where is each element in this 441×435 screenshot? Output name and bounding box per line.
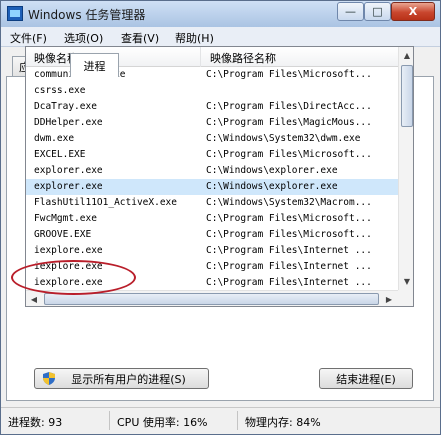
process-path: C:\Program Files\Internet ... [206, 261, 372, 272]
status-cpu-usage: CPU 使用率: 16% [117, 416, 208, 429]
process-name: EXCEL.EXE [34, 149, 86, 160]
task-manager-icon [7, 6, 23, 21]
window-title: Windows 任务管理器 [28, 8, 146, 22]
process-name: iexplore.exe [34, 245, 103, 256]
process-path: C:\Program Files\Internet ... [206, 277, 372, 288]
column-image-path[interactable]: 映像路径名称 [202, 47, 398, 67]
process-path: C:\Windows\explorer.exe [206, 181, 338, 192]
status-process-count: 进程数: 93 [8, 416, 63, 429]
scroll-left-icon[interactable]: ◀ [26, 291, 42, 306]
close-button[interactable]: X [391, 2, 435, 21]
status-divider [109, 411, 110, 430]
process-name: DcaTray.exe [34, 101, 97, 112]
scroll-right-icon[interactable]: ▶ [381, 291, 397, 306]
table-row[interactable]: DcaTray.exe C:\Program Files\DirectAcc..… [26, 99, 398, 115]
process-name: explorer.exe [34, 181, 103, 192]
show-all-users-processes-label: 显示所有用户的进程(S) [71, 372, 186, 386]
menu-bar: 文件(F) 选项(O) 查看(V) 帮助(H) [1, 27, 440, 47]
process-path: C:\Program Files\Microsoft... [206, 229, 372, 240]
table-row[interactable]: EXCEL.EXE C:\Program Files\Microsoft... [26, 147, 398, 163]
maximize-button[interactable]: □ [364, 2, 391, 21]
tab-processes[interactable]: 进程 [70, 53, 119, 77]
vertical-scrollbar[interactable]: ▲ ▼ [398, 47, 413, 290]
status-divider [237, 411, 238, 430]
process-name: explorer.exe [34, 165, 103, 176]
table-row[interactable]: iexplore.exe C:\Program Files\Internet .… [26, 243, 398, 259]
menu-view[interactable]: 查看(V) [121, 30, 159, 46]
scrollbar-corner [398, 290, 413, 306]
process-name: dwm.exe [34, 133, 75, 144]
process-path: C:\Program Files\Microsoft... [206, 69, 372, 80]
horizontal-scroll-thumb[interactable] [44, 293, 379, 305]
uac-shield-icon [43, 372, 55, 385]
status-bar: 进程数: 93 CPU 使用率: 16% 物理内存: 84% [1, 407, 440, 434]
process-path: C:\Program Files\DirectAcc... [206, 101, 372, 112]
table-row[interactable]: explorer.exe C:\Windows\explorer.exe [26, 163, 398, 179]
process-path: C:\Windows\System32\dwm.exe [206, 133, 361, 144]
menu-options[interactable]: 选项(O) [64, 30, 103, 46]
vertical-scroll-thumb[interactable] [401, 65, 413, 127]
scroll-up-icon[interactable]: ▲ [399, 47, 413, 64]
process-path: C:\Program Files\MagicMous... [206, 117, 372, 128]
process-path: C:\Program Files\Microsoft... [206, 213, 372, 224]
process-path: C:\Program Files\Microsoft... [206, 149, 372, 160]
table-row[interactable]: FlashUtil11O1_ActiveX.exe C:\Windows\Sys… [26, 195, 398, 211]
table-row[interactable]: GROOVE.EXE C:\Program Files\Microsoft... [26, 227, 398, 243]
task-manager-window: Windows 任务管理器 — □ X 文件(F) 选项(O) 查看(V) 帮助… [0, 0, 441, 435]
process-path: C:\Program Files\Internet ... [206, 245, 372, 256]
show-all-users-processes-button[interactable]: 显示所有用户的进程(S) [34, 368, 209, 389]
process-name: FlashUtil11O1_ActiveX.exe [34, 197, 177, 208]
annotation-ellipse [11, 260, 136, 295]
table-row[interactable]: FwcMgmt.exe C:\Program Files\Microsoft..… [26, 211, 398, 227]
end-process-button[interactable]: 结束进程(E) [319, 368, 413, 389]
table-row[interactable]: DDHelper.exe C:\Program Files\MagicMous.… [26, 115, 398, 131]
status-physical-memory: 物理内存: 84% [245, 416, 321, 429]
table-row[interactable]: dwm.exe C:\Windows\System32\dwm.exe [26, 131, 398, 147]
process-name: csrss.exe [34, 85, 86, 96]
scroll-down-icon[interactable]: ▼ [399, 273, 413, 290]
process-name: DDHelper.exe [34, 117, 103, 128]
table-row-selected[interactable]: explorer.exe C:\Windows\explorer.exe [26, 179, 398, 195]
menu-help[interactable]: 帮助(H) [175, 30, 214, 46]
table-row[interactable]: csrss.exe [26, 83, 398, 99]
title-bar[interactable]: Windows 任务管理器 — □ X [1, 1, 440, 27]
process-path: C:\Windows\explorer.exe [206, 165, 338, 176]
process-path: C:\Windows\System32\Macrom... [206, 197, 372, 208]
process-name: GROOVE.EXE [34, 229, 92, 240]
process-rows: communicator.exe C:\Program Files\Micros… [26, 67, 398, 288]
minimize-button[interactable]: — [337, 2, 364, 21]
process-name: FwcMgmt.exe [34, 213, 97, 224]
menu-file[interactable]: 文件(F) [10, 30, 47, 46]
